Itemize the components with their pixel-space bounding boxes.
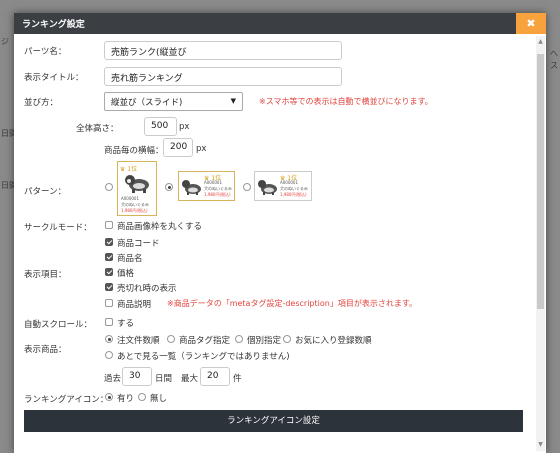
pattern-option-2[interactable]: ♛ 1位 A000001 犬のぬいぐるみ 1,980円(税込)	[178, 171, 235, 201]
background-text: ジ	[1, 37, 9, 46]
arrangement-label: 並び方：	[24, 98, 59, 108]
display-items-label: 表示項目：	[24, 270, 67, 280]
display-item-checkbox-soldout[interactable]	[105, 283, 113, 291]
ranking-icon-label: ランキングアイコン：	[24, 395, 109, 405]
pattern-price: 1,980円(税込)	[280, 192, 307, 197]
period-max-unit: 件	[233, 374, 242, 384]
circle-mode-option: 商品画像枠を丸くする	[117, 222, 203, 232]
display-item-soldout-label: 売切れ時の表示	[117, 284, 177, 294]
parts-name-input[interactable]: 売筋ランク(縦並び	[104, 41, 342, 60]
ranking-icon-yes-label: 有り	[117, 394, 135, 404]
display-title-input[interactable]: 売れ筋ランキング	[104, 67, 342, 86]
dog-plush-image	[258, 180, 277, 195]
dialog-titlebar: ランキング設定 ✖	[14, 13, 546, 34]
parts-name-label: パーツ名：	[24, 47, 67, 57]
display-item-price-label: 価格	[117, 269, 135, 279]
background-text: ス	[550, 61, 558, 70]
total-height-input[interactable]: 500	[144, 117, 177, 136]
auto-scroll-checkbox[interactable]	[105, 318, 113, 326]
products-tag-label: 商品タグ指定	[179, 336, 231, 346]
pattern-name: 犬のぬいぐるみ	[280, 186, 308, 191]
display-item-description-label: 商品説明	[117, 300, 152, 310]
item-width-label: 商品毎の横幅：	[104, 146, 164, 156]
period-prefix: 過去	[104, 374, 122, 384]
circle-mode-label: サークルモード：	[24, 223, 92, 233]
close-button[interactable]: ✖	[516, 13, 546, 34]
display-item-name-label: 商品名	[117, 254, 143, 264]
arrangement-select[interactable]: 縦並び（スライド) ▼	[104, 92, 243, 111]
scroll-down-icon[interactable]: ▼	[537, 441, 544, 449]
pattern-price: 1,980円(税込)	[204, 192, 231, 197]
pattern-radio-2[interactable]	[165, 183, 173, 191]
pattern-price: 1,980円(税込)	[121, 208, 148, 213]
display-products-label: 表示商品：	[24, 345, 67, 355]
display-title-label: 表示タイトル：	[24, 73, 84, 83]
ranking-icon-radio-no[interactable]	[138, 393, 146, 401]
total-height-unit: px	[179, 122, 190, 132]
item-width-input[interactable]: 200	[163, 138, 193, 157]
display-item-checkbox-code[interactable]	[105, 238, 113, 246]
products-individual-label: 個別指定	[247, 336, 282, 346]
pattern-name: 犬のぬいぐるみ	[121, 202, 149, 207]
products-radio-individual[interactable]	[235, 335, 243, 343]
pattern-option-3[interactable]: ♛ 1位 A000001 犬のぬいぐるみ 1,980円(税込)	[254, 171, 312, 201]
products-radio-tag[interactable]	[167, 335, 175, 343]
products-later-label: あとで見る一覧（ランキングではありません)	[117, 352, 290, 362]
circle-mode-checkbox[interactable]	[105, 221, 113, 229]
products-orders-label: 注文件数順	[117, 336, 160, 346]
total-height-label: 全体高さ：	[76, 124, 119, 134]
period-days-input[interactable]: 30	[122, 367, 152, 386]
item-width-unit: px	[196, 144, 207, 154]
arrangement-value: 縦並び（スライド)	[111, 98, 183, 108]
scrollbar-thumb[interactable]	[537, 54, 544, 309]
ranking-icon-no-label: 無し	[150, 394, 168, 404]
auto-scroll-option: する	[117, 319, 135, 329]
products-favorites-label: お気に入り登録数順	[295, 336, 372, 346]
products-radio-orders[interactable]	[105, 335, 113, 343]
products-radio-later[interactable]	[105, 351, 113, 359]
products-radio-favorites[interactable]	[283, 335, 291, 343]
scrollbar[interactable]: ▲ ▼	[536, 36, 545, 451]
ranking-settings-dialog: ランキング設定 ✖ ▲ ▼ パーツ名： 売筋ランク(縦並び 表示タイトル： 売れ…	[14, 13, 546, 453]
pattern-radio-3[interactable]	[243, 183, 251, 191]
display-item-code-label: 商品コード	[117, 239, 160, 249]
dropdown-caret-icon: ▼	[230, 97, 236, 105]
display-item-checkbox-description[interactable]	[105, 299, 113, 307]
description-note: ※商品データの「metaタグ設定-description」項目が表示されます。	[167, 299, 418, 308]
ranking-icon-radio-yes[interactable]	[105, 393, 113, 401]
period-max-label: 最大	[181, 374, 199, 384]
display-item-checkbox-price[interactable]	[105, 268, 113, 276]
pattern-radio-1[interactable]	[105, 183, 113, 191]
period-days-unit: 日間	[155, 374, 173, 384]
dog-plush-image	[125, 175, 149, 193]
pattern-code: A000001	[280, 180, 299, 185]
pattern-name: 犬のぬいぐるみ	[204, 186, 232, 191]
arrangement-note: ※スマホ等での表示は自動で横並びになります。	[259, 97, 433, 106]
pattern-code: A000001	[204, 180, 223, 185]
pattern-option-1[interactable]: ♛ 1位 A000001 犬のぬいぐるみ 1,980円(税込)	[117, 161, 157, 216]
pattern-label: パターン：	[24, 187, 67, 197]
period-max-input[interactable]: 20	[200, 367, 230, 386]
dog-plush-image	[182, 180, 201, 195]
scroll-up-icon[interactable]: ▲	[537, 38, 544, 46]
display-item-checkbox-name[interactable]	[105, 253, 113, 261]
auto-scroll-label: 自動スクロール：	[24, 320, 93, 330]
ranking-icon-settings-button[interactable]: ランキングアイコン設定	[24, 410, 523, 432]
background-text: へ	[550, 49, 558, 58]
pattern-code: A000001	[121, 196, 140, 201]
dialog-title: ランキング設定	[22, 20, 85, 30]
